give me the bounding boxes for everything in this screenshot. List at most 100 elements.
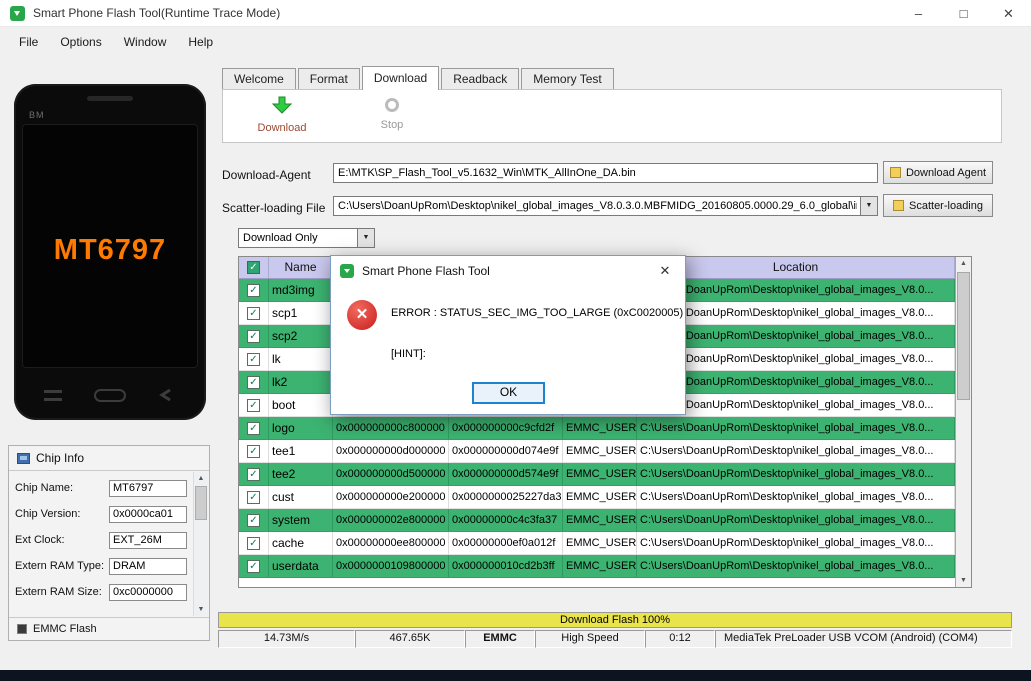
close-icon[interactable]: ✕ [645,256,685,285]
menu-window[interactable]: Window [113,31,178,53]
chip-info-field: Extern RAM Type: DRAM [15,553,187,579]
dialog-hint-text: [HINT]: [391,348,426,360]
download-agent-button[interactable]: Download Agent [883,161,993,184]
cell-end: 0x0000000025227da3 [449,486,563,508]
row-checkbox[interactable]: ✓ [247,398,260,412]
scroll-up-icon[interactable]: ▲ [194,472,208,485]
cell-end: 0x000000000c9cfd2f [449,417,563,439]
tab-readback[interactable]: Readback [441,68,520,89]
row-checkbox-cell: ✓ [239,302,269,324]
stop-action-button[interactable]: Stop [350,96,434,131]
status-cell: 0:12 [645,630,715,648]
cell-end: 0x000000000d074e9f [449,440,563,462]
scroll-down-icon[interactable]: ▼ [956,574,971,587]
chip-field-label: Extern RAM Size: [15,586,102,598]
window-title: Smart Phone Flash Tool(Runtime Trace Mod… [33,6,281,20]
close-button[interactable]: ✕ [986,0,1031,27]
download-action-button[interactable]: Download [240,96,324,134]
cell-name: tee2 [269,463,333,485]
menu-options[interactable]: Options [49,31,112,53]
row-checkbox-cell: ✓ [239,371,269,393]
cell-end: 0x00000000ef0a012f [449,532,563,554]
file-icon [893,200,904,211]
row-checkbox-cell: ✓ [239,555,269,577]
row-checkbox[interactable]: ✓ [247,559,260,573]
row-checkbox[interactable]: ✓ [247,283,260,297]
header-checkbox[interactable]: ✓ [247,261,260,274]
mode-select[interactable]: Download Only ▼ [238,228,375,248]
progress-label: Download Flash 100% [559,614,671,626]
app-icon [10,5,25,21]
row-checkbox-cell: ✓ [239,394,269,416]
desktop-strip [0,670,1031,681]
scrollbar-thumb[interactable] [957,272,970,400]
chip-info-field: Ext Clock: EXT_26M [15,527,187,553]
chip-info-panel: Chip Info Chip Name: MT6797 Chip Version: 0… [8,445,210,641]
minimize-button[interactable]: – [896,0,941,27]
row-checkbox[interactable]: ✓ [247,490,260,504]
row-checkbox-cell: ✓ [239,509,269,531]
cell-name: tee1 [269,440,333,462]
menu-help[interactable]: Help [177,31,224,53]
row-checkbox[interactable]: ✓ [247,467,260,481]
table-row-tee2[interactable]: ✓ tee2 0x000000000d500000 0x000000000d574e9… [239,463,971,486]
row-checkbox[interactable]: ✓ [247,375,260,389]
scatter-loading-button[interactable]: Scatter-loading [883,194,993,217]
scatter-file-combobox[interactable]: C:\Users\DoanUpRom\Desktop\nikel_global_… [333,196,878,216]
scrollbar-thumb[interactable] [195,486,207,520]
row-checkbox-cell: ✓ [239,348,269,370]
status-cell: EMMC [465,630,535,648]
back-icon [159,388,171,402]
toolbar-panel: Download Stop [222,89,1002,143]
cell-location: C:\Users\DoanUpRom\Desktop\nikel_global_… [637,555,955,577]
chip-field-label: Chip Name: [15,482,74,494]
tab-format[interactable]: Format [297,68,360,89]
scroll-down-icon[interactable]: ▼ [194,603,208,616]
table-row-tee1[interactable]: ✓ tee1 0x000000000d000000 0x000000000d074e9… [239,440,971,463]
phone-preview: BM MT6797 [14,84,206,420]
cell-name: logo [269,417,333,439]
table-row-cust[interactable]: ✓ cust 0x000000000e200000 0x0000000025227da… [239,486,971,509]
chevron-down-icon[interactable]: ▼ [357,229,374,247]
column-header: Name [269,257,333,278]
menu-file[interactable]: File [8,31,49,53]
table-row-cache[interactable]: ✓ cache 0x00000000ee800000 0x00000000ef0a01… [239,532,971,555]
row-checkbox-cell: ✓ [239,325,269,347]
row-checkbox[interactable]: ✓ [247,421,260,435]
app-window: Smart Phone Flash Tool(Runtime Trace Mod… [0,0,1031,681]
table-row-logo[interactable]: ✓ logo 0x000000000c800000 0x000000000c9cfd2… [239,417,971,440]
row-checkbox[interactable]: ✓ [247,306,260,320]
cell-name: lk [269,348,333,370]
tab-welcome[interactable]: Welcome [222,68,296,89]
row-checkbox[interactable]: ✓ [247,444,260,458]
tab-memory-test[interactable]: Memory Test [521,68,614,89]
chip-field-value: EXT_26M [109,531,187,549]
chevron-down-icon[interactable]: ▼ [860,197,877,215]
table-row-system[interactable]: ✓ system 0x000000002e800000 0x00000000c4c3f… [239,509,971,532]
menu-icon [44,389,62,401]
row-checkbox-cell: ✓ [239,417,269,439]
cell-region: EMMC_USER [563,417,637,439]
chip-info-fields: Chip Name: MT6797 Chip Version: 0x0000ca01 E… [15,475,187,605]
table-scrollbar[interactable]: ▲ ▼ [955,257,971,587]
cell-name: md3img [269,279,333,301]
row-checkbox[interactable]: ✓ [247,513,260,527]
chip-info-header: Chip Info [9,446,209,471]
dialog-error-text: ERROR : STATUS_SEC_IMG_TOO_LARGE (0xC002… [391,307,684,319]
row-checkbox[interactable]: ✓ [247,536,260,550]
download-arrow-icon [271,96,293,114]
row-checkbox[interactable]: ✓ [247,352,260,366]
scroll-up-icon[interactable]: ▲ [956,257,971,270]
cell-begin: 0x000000000e200000 [333,486,449,508]
table-row-userdata[interactable]: ✓ userdata 0x0000000109800000 0x000000010cd… [239,555,971,578]
chip-info-field: Chip Version: 0x0000ca01 [15,501,187,527]
tab-download[interactable]: Download [361,66,440,90]
download-agent-input[interactable] [333,163,878,183]
chip-info-scrollbar[interactable]: ▲ ▼ [193,472,208,616]
cell-region: EMMC_USER [563,532,637,554]
ok-button[interactable]: OK [472,382,545,404]
cell-name: lk2 [269,371,333,393]
maximize-button[interactable]: □ [941,0,986,27]
row-checkbox[interactable]: ✓ [247,329,260,343]
phone-nav-bar [14,384,206,406]
